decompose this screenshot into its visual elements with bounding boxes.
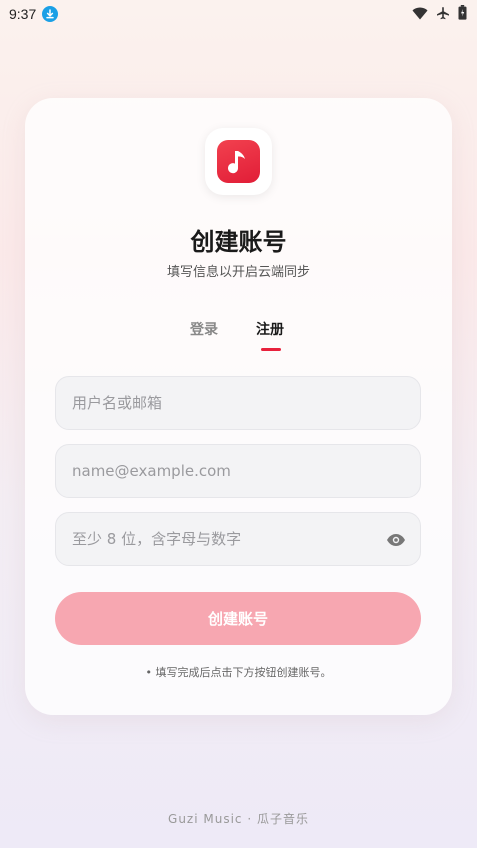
status-left: 9:37 xyxy=(9,6,59,22)
password-field[interactable] xyxy=(55,512,421,566)
page-title: 创建账号 xyxy=(190,228,287,256)
battery-icon xyxy=(458,4,467,24)
form-hint: • 填写完成后点击下方按钮创建账号。 xyxy=(145,666,332,679)
tab-login[interactable]: 登录 xyxy=(190,319,218,339)
page-subtitle: 填写信息以开启云端同步 xyxy=(166,265,310,280)
footer-brand: Guzi Music · 瓜子音乐 xyxy=(168,812,309,826)
register-card: 创建账号 填写信息以开启云端同步 登录 注册 创建账号 • 填写完成后点击下方按… xyxy=(25,98,452,715)
eye-icon[interactable] xyxy=(386,531,406,549)
status-time: 9:37 xyxy=(9,6,37,22)
username-field[interactable] xyxy=(55,376,421,430)
email-input[interactable] xyxy=(72,462,404,480)
airplane-icon xyxy=(436,5,450,24)
create-account-button[interactable]: 创建账号 xyxy=(55,592,421,645)
wifi-icon xyxy=(412,5,428,24)
download-icon xyxy=(42,6,59,22)
active-tab-indicator xyxy=(261,348,281,351)
status-bar: 9:37 xyxy=(0,0,477,28)
auth-tabs: 登录 注册 xyxy=(25,319,452,353)
username-input[interactable] xyxy=(72,394,404,412)
tab-register[interactable]: 注册 xyxy=(256,319,284,339)
status-right xyxy=(412,4,467,24)
email-field[interactable] xyxy=(55,444,421,498)
music-note-icon xyxy=(217,140,260,183)
password-input[interactable] xyxy=(72,530,370,548)
app-logo xyxy=(205,128,272,195)
